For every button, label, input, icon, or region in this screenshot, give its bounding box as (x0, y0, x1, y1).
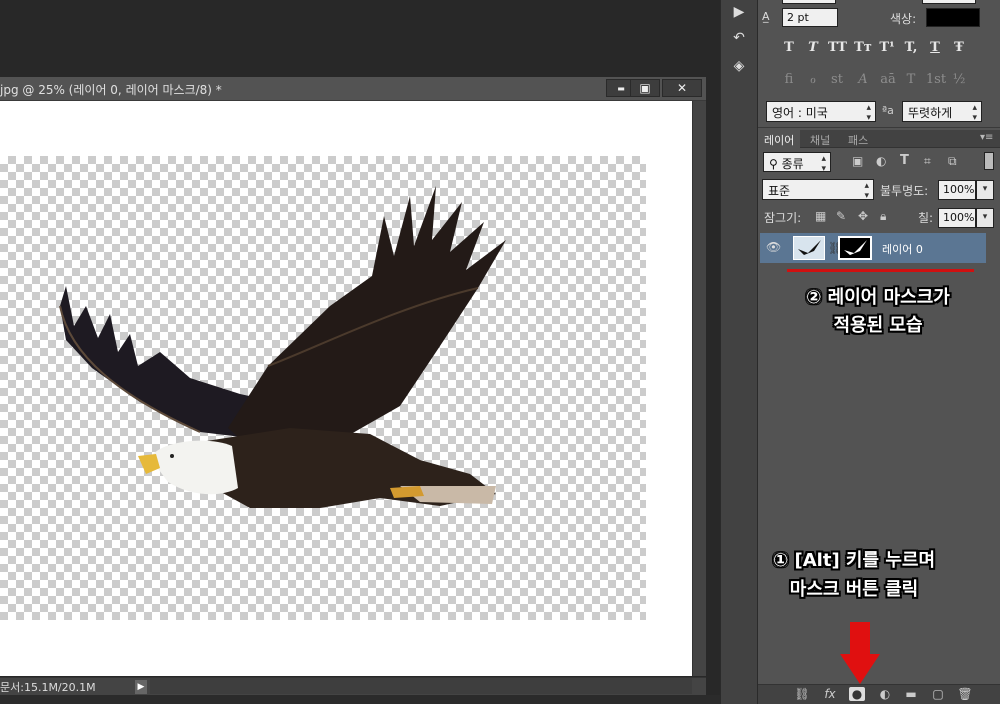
lock-transparent-icon[interactable]: ▦ (815, 209, 826, 223)
language-select[interactable]: 영어 : 미국 ▴ ▾ (766, 101, 876, 123)
subscript-button[interactable]: T, (902, 40, 920, 55)
leading-input[interactable]: 2 pt (782, 8, 838, 27)
chevron-down-icon: ▴ ▾ (864, 181, 869, 201)
blend-mode-value: 표준 (768, 184, 791, 198)
fill-label: 칠: (918, 211, 934, 225)
horizontal-scrollbar[interactable] (150, 678, 692, 694)
annotation-step1-line2: 마스크 버튼 클릭 (789, 579, 919, 600)
superscript-button[interactable]: T¹ (878, 40, 896, 55)
document-title-bar[interactable]: jpg @ 25% (레이어 0, 레이어 마스크/8) * ▬ ▣ ✕ (0, 77, 706, 101)
chevron-down-icon: ▴ ▾ (972, 103, 977, 123)
annotation-step2-line1: ② 레이어 마스크가 (806, 287, 950, 308)
vertical-scrollbar[interactable] (692, 101, 706, 676)
panel-menu-icon[interactable]: ▾≡ (980, 132, 993, 143)
mask-icon[interactable]: ● (849, 687, 865, 701)
language-value: 영어 : 미국 (772, 106, 828, 120)
antialias-icon: ªa (882, 104, 894, 117)
layer-name: 레이어 0 (882, 243, 923, 256)
fractions-button[interactable]: ½ (950, 72, 968, 87)
bottom-strip (0, 695, 720, 704)
pixel-filter-icon[interactable]: ▣ (852, 154, 863, 168)
filter-kind-select[interactable]: ⚲ 종류 ▴ ▾ (763, 152, 831, 174)
color-swatch[interactable] (926, 8, 980, 27)
filter-toggle[interactable] (984, 152, 994, 170)
color-label: 색상: (890, 12, 917, 26)
faux-italic-button[interactable]: T (804, 40, 822, 55)
lock-label: 잠그기: (764, 211, 802, 225)
chevron-down-icon: ▴ ▾ (821, 154, 826, 174)
ordinals-button[interactable]: 1st (924, 72, 948, 87)
eagle-image (59, 186, 506, 508)
filter-kind-value: 종류 (781, 157, 804, 171)
opacity-label: 불투명도: (880, 184, 929, 198)
type-filter-icon[interactable]: T (900, 153, 909, 168)
annotation-step1-line1: ① [Alt] 키를 누르며 (773, 550, 935, 571)
tab-channels[interactable]: 채널 (804, 130, 836, 148)
minimize-icon: ▬ (617, 83, 625, 93)
blend-mode-select[interactable]: 표준 ▴ ▾ (762, 179, 874, 201)
highlight-underline (787, 269, 974, 272)
adjustment-filter-icon[interactable]: ◐ (876, 154, 886, 168)
new-layer-icon[interactable]: ▢ (930, 687, 946, 701)
document-title: jpg @ 25% (레이어 0, 레이어 마스크/8) * (0, 83, 222, 97)
play-icon[interactable]: ▶ (729, 2, 749, 22)
maximize-icon: ▣ (639, 81, 651, 95)
close-icon: ✕ (676, 81, 688, 95)
opacity-slider-button[interactable]: ▾ (976, 180, 994, 200)
status-menu-arrow-icon[interactable]: ▶ (135, 680, 147, 694)
all-caps-button[interactable]: TT (828, 40, 847, 55)
trash-icon[interactable]: 🗑︎ (957, 687, 973, 701)
fx-icon[interactable]: fx (822, 687, 838, 701)
maximize-button[interactable]: ▣ (630, 79, 660, 97)
layer-thumbnail[interactable] (793, 236, 825, 260)
tab-paths[interactable]: 패스 (842, 130, 874, 148)
document-size-status: 문서:15.1M/20.1M (0, 681, 96, 694)
close-button[interactable]: ✕ (662, 79, 702, 97)
shape-filter-icon[interactable]: ⌗ (924, 154, 931, 169)
chevron-down-icon: ▴ ▾ (866, 103, 871, 123)
folder-icon[interactable]: ▬ (903, 687, 919, 701)
ligature-button[interactable]: fi (780, 72, 798, 87)
old-style-button[interactable]: st (828, 72, 846, 87)
top-field[interactable] (782, 0, 836, 4)
swash-button[interactable]: A (854, 72, 872, 87)
lock-brush-icon[interactable]: ✎ (836, 209, 846, 223)
strikethrough-button[interactable]: Ŧ (950, 40, 968, 55)
character-panel: A̲ 2 pt 색상: T T TT Tт T¹ T, T Ŧ fi ℴ st … (758, 0, 1000, 128)
faux-bold-button[interactable]: T (780, 40, 798, 55)
annotation-step2-line2: 적용된 모습 (833, 315, 923, 336)
top-field-2[interactable] (922, 0, 976, 4)
eagle-thumbnail-icon (798, 240, 821, 255)
eye-icon[interactable]: 👁︎ (766, 240, 781, 254)
fill-slider-button[interactable]: ▾ (976, 208, 994, 228)
antialias-select[interactable]: 뚜렷하게 ▴ ▾ (902, 101, 982, 123)
underline-button[interactable]: T (926, 40, 944, 55)
small-caps-button[interactable]: Tт (854, 40, 872, 55)
leading-icon: A̲ (762, 10, 770, 23)
discretionary-ligature-button[interactable]: ℴ (804, 72, 822, 87)
lock-move-icon[interactable]: ✥ (858, 209, 868, 223)
lock-all-icon[interactable]: 🔒︎ (880, 209, 886, 224)
cube-icon[interactable]: ◈ (729, 56, 749, 76)
antialias-value: 뚜렷하게 (908, 106, 953, 120)
adjustment-icon[interactable]: ◐ (877, 687, 893, 701)
red-arrow-icon (840, 622, 880, 684)
fill-input[interactable]: 100% (938, 208, 976, 228)
smart-object-filter-icon[interactable]: ⧉ (948, 154, 957, 169)
opacity-input[interactable]: 100% (938, 180, 976, 200)
stylistic-alternates-button[interactable]: aā (876, 72, 900, 87)
titling-alternates-button[interactable]: T (902, 72, 920, 87)
mask-thumbnail-icon (844, 240, 867, 255)
layers-panel-tabs: 레이어 채널 패스 ▾≡ (758, 130, 1000, 148)
link-icon[interactable]: ⛓︎ (794, 687, 810, 701)
tab-layers[interactable]: 레이어 (758, 130, 801, 148)
history-icon[interactable]: ↶ (729, 28, 749, 48)
search-icon: ⚲ (769, 157, 782, 171)
layer-mask-thumbnail[interactable] (838, 236, 872, 260)
